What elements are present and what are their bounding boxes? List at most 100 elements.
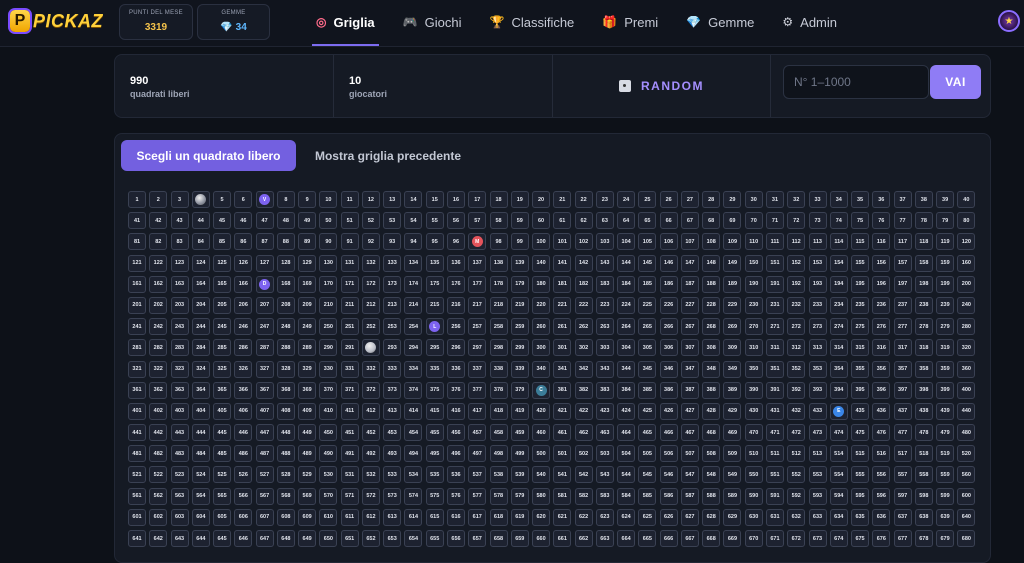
grid-square[interactable]: 510 (744, 445, 763, 463)
grid-square[interactable]: 78 (914, 212, 933, 230)
grid-square[interactable]: 345 (638, 360, 657, 378)
grid-square[interactable]: 338 (489, 360, 508, 378)
grid-square[interactable]: 628 (702, 508, 721, 526)
grid-square[interactable]: 133 (383, 254, 402, 272)
grid-square[interactable]: 397 (893, 381, 912, 399)
grid-square[interactable]: 660 (532, 530, 551, 547)
grid-square[interactable]: 311 (765, 339, 784, 357)
grid-square[interactable]: 378 (489, 381, 508, 399)
grid-square[interactable]: 96 (446, 233, 465, 251)
grid-square[interactable]: 2 (149, 191, 168, 208)
grid-square[interactable]: 591 (765, 487, 784, 505)
grid-square[interactable]: 542 (574, 466, 593, 484)
grid-square[interactable]: 31 (765, 191, 784, 208)
grid-square[interactable]: 375 (425, 381, 444, 399)
grid-square[interactable]: 410 (319, 402, 338, 420)
grid-square[interactable]: 548 (702, 466, 721, 484)
grid-square[interactable]: 200 (957, 275, 976, 293)
grid-square[interactable]: 676 (872, 530, 891, 547)
grid-square[interactable]: 469 (723, 424, 742, 442)
grid-square[interactable]: 476 (872, 424, 891, 442)
grid-square[interactable]: 459 (510, 424, 529, 442)
grid-square[interactable]: 67 (680, 212, 699, 230)
grid-square[interactable]: 578 (489, 487, 508, 505)
nav-premi[interactable]: 🎁 Premi (598, 0, 662, 46)
grid-square[interactable]: 604 (191, 508, 210, 526)
grid-square[interactable]: 270 (744, 318, 763, 336)
grid-square[interactable]: 392 (787, 381, 806, 399)
grid-square[interactable]: 87 (255, 233, 274, 251)
grid-square[interactable]: 494 (404, 445, 423, 463)
grid-square[interactable]: 616 (446, 508, 465, 526)
grid-square[interactable]: 560 (957, 466, 976, 484)
grid-square[interactable]: 403 (170, 402, 189, 420)
grid-square[interactable]: 230 (744, 296, 763, 314)
grid-square[interactable]: 511 (765, 445, 784, 463)
grid-square[interactable]: 514 (829, 445, 848, 463)
grid-square[interactable]: 86 (234, 233, 253, 251)
grid-square[interactable]: 306 (659, 339, 678, 357)
grid-square[interactable]: 201 (128, 296, 146, 314)
grid-square[interactable]: 519 (936, 445, 955, 463)
grid-square[interactable]: 354 (829, 360, 848, 378)
grid-square[interactable]: 5 (213, 191, 232, 208)
grid-square[interactable]: 516 (872, 445, 891, 463)
grid-square[interactable]: 59 (510, 212, 529, 230)
grid-square[interactable]: 590 (744, 487, 763, 505)
grid-square[interactable]: 603 (170, 508, 189, 526)
nav-gemme[interactable]: 💎 Gemme (682, 0, 758, 46)
grid-square[interactable]: 139 (510, 254, 529, 272)
grid-square[interactable]: 426 (659, 402, 678, 420)
grid-square[interactable]: 297 (468, 339, 487, 357)
grid-square[interactable]: 402 (149, 402, 168, 420)
grid-square[interactable]: 82 (149, 233, 168, 251)
grid-square[interactable]: 487 (255, 445, 274, 463)
grid-square[interactable]: 447 (255, 424, 274, 442)
grid-square[interactable]: 229 (723, 296, 742, 314)
grid-square[interactable]: 52 (361, 212, 380, 230)
grid-square[interactable]: 601 (128, 508, 146, 526)
grid-square[interactable]: 271 (765, 318, 784, 336)
grid-square[interactable]: 455 (425, 424, 444, 442)
grid-square[interactable]: 389 (723, 381, 742, 399)
grid-square[interactable]: 114 (829, 233, 848, 251)
grid-square[interactable]: 50 (319, 212, 338, 230)
grid-square[interactable]: 214 (404, 296, 423, 314)
grid-square[interactable]: 121 (128, 254, 146, 272)
grid-square[interactable]: 428 (702, 402, 721, 420)
grid-square[interactable]: 565 (213, 487, 232, 505)
grid-square[interactable]: 158 (914, 254, 933, 272)
grid-square[interactable]: 95 (425, 233, 444, 251)
grid-square[interactable]: 439 (936, 402, 955, 420)
grid-square[interactable]: 55 (425, 212, 444, 230)
grid-square[interactable]: 104 (617, 233, 636, 251)
grid-square[interactable]: 291 (340, 339, 359, 357)
grid-square[interactable]: 518 (914, 445, 933, 463)
grid-square[interactable]: 349 (723, 360, 742, 378)
grid-square[interactable]: 182 (574, 275, 593, 293)
grid-square[interactable]: 216 (446, 296, 465, 314)
grid-square[interactable]: 636 (872, 508, 891, 526)
grid-square[interactable]: 575 (425, 487, 444, 505)
grid-square[interactable]: 192 (787, 275, 806, 293)
grid-square[interactable]: 529 (298, 466, 317, 484)
grid-square[interactable]: 406 (234, 402, 253, 420)
grid-square[interactable]: 10 (319, 191, 338, 208)
grid-square[interactable]: 123 (170, 254, 189, 272)
grid-square[interactable]: 33 (808, 191, 827, 208)
grid-square[interactable]: 553 (808, 466, 827, 484)
grid-square[interactable]: 169 (298, 275, 317, 293)
grid-square[interactable]: 112 (787, 233, 806, 251)
grid-square[interactable]: 418 (489, 402, 508, 420)
grid-square[interactable]: 309 (723, 339, 742, 357)
grid-square[interactable]: 443 (170, 424, 189, 442)
grid-square[interactable]: 134 (404, 254, 423, 272)
grid-square[interactable]: 405 (213, 402, 232, 420)
grid-square[interactable]: 314 (829, 339, 848, 357)
grid-square[interactable]: 89 (298, 233, 317, 251)
grid-square[interactable]: 308 (702, 339, 721, 357)
grid-square[interactable]: 43 (170, 212, 189, 230)
grid-square[interactable]: 635 (851, 508, 870, 526)
grid-square[interactable]: 353 (808, 360, 827, 378)
grid-square[interactable]: 654 (404, 530, 423, 547)
